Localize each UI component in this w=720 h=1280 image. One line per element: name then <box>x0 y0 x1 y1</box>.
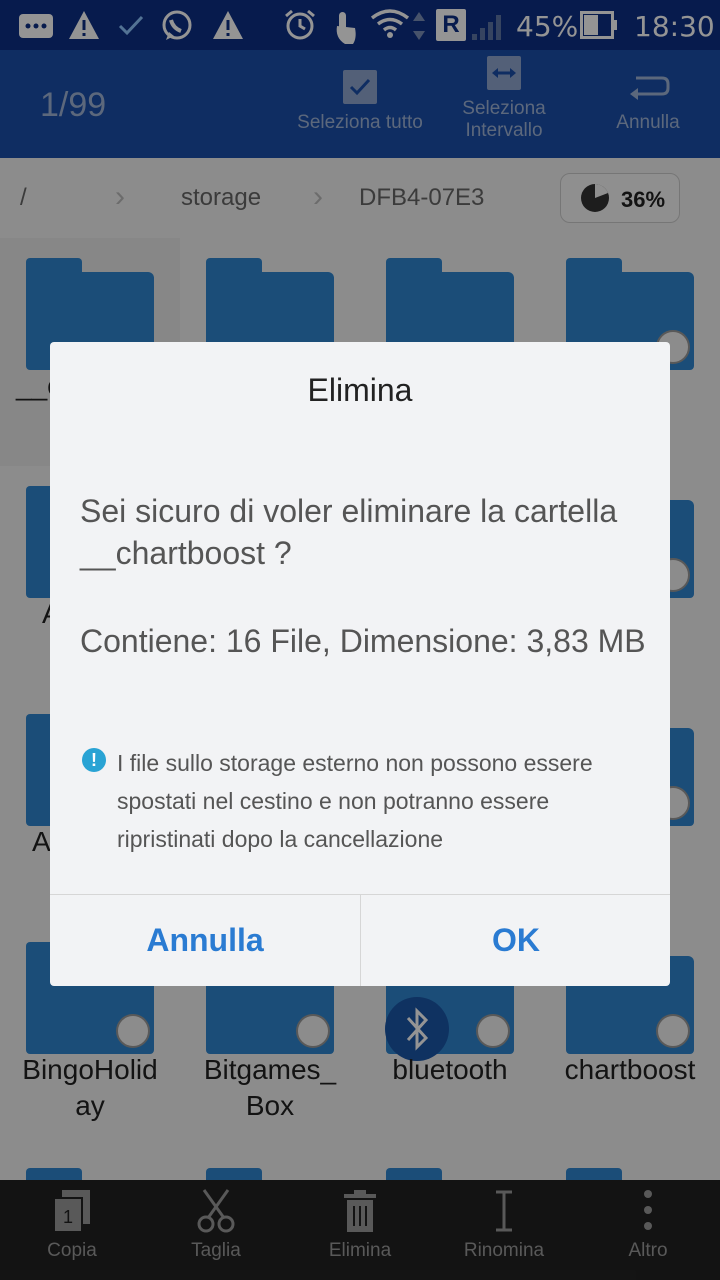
dialog-warning-note: I file sullo storage esterno non possono… <box>117 750 593 852</box>
delete-confirm-dialog: Elimina Sei sicuro di voler eliminare la… <box>50 342 670 986</box>
dialog-message: Sei sicuro di voler eliminare la cartell… <box>80 493 618 571</box>
dialog-folder-info: Contiene: 16 File, Dimensione: 3,83 MB <box>80 623 646 659</box>
info-icon: ! <box>82 748 106 772</box>
dialog-ok-button[interactable]: OK <box>361 895 671 986</box>
dialog-title: Elimina <box>307 372 413 408</box>
dialog-cancel-button[interactable]: Annulla <box>50 895 360 986</box>
